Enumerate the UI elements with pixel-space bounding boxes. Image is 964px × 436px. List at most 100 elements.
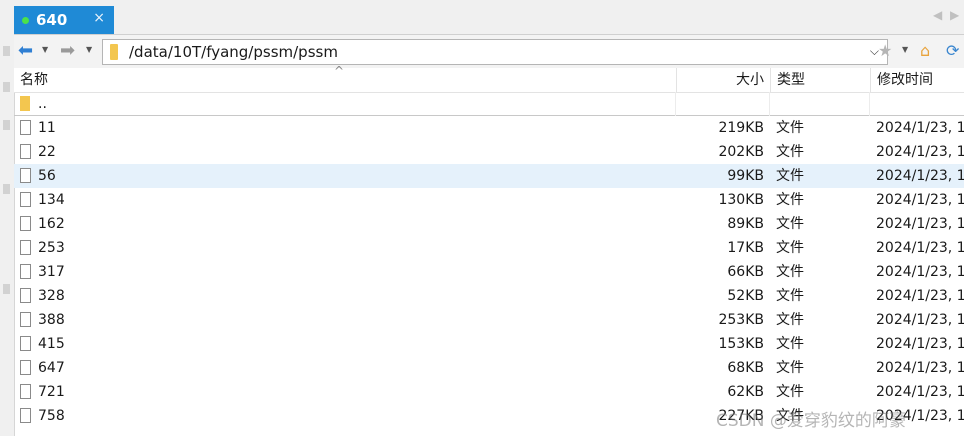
file-icon [20,216,31,231]
file-name: 162 [38,216,65,232]
file-size: 202KB [718,144,764,160]
address-path[interactable]: /data/10T/fyang/pssm/pssm [129,43,338,61]
tab-title: 640 [36,11,68,29]
parent-directory-row[interactable]: .. [14,92,964,116]
file-row[interactable]: 162 89KB 文件 2024/1/23, 1 [14,212,964,236]
file-type: 文件 [776,216,804,232]
file-row[interactable]: 253 17KB 文件 2024/1/23, 1 [14,236,964,260]
left-pane-edge [0,34,15,436]
file-name: 11 [38,120,56,136]
file-modified: 2024/1/23, 1 [876,336,964,352]
column-headers: ^ 名称 大小 类型 修改时间 [14,64,964,93]
file-row[interactable]: 647 68KB 文件 2024/1/23, 1 [14,356,964,380]
toolbar: ⬅ ▼ ➡ ▼ /data/10T/fyang/pssm/pssm ⌵ ★ ▼ … [14,34,964,69]
folder-icon [110,44,118,60]
file-size: 68KB [727,360,764,376]
file-size: 253KB [718,312,764,328]
back-history-dropdown[interactable]: ▼ [42,45,48,54]
file-modified: 2024/1/23, 1 [876,312,964,328]
tab-scroll-right-icon[interactable]: ▶ [950,8,959,22]
file-size: 66KB [727,264,764,280]
file-name: 22 [38,144,56,160]
column-header-type[interactable]: 类型 [770,68,870,92]
arrow-left-icon[interactable]: ⬅ [18,42,33,60]
close-icon[interactable]: × [93,10,105,26]
refresh-icon[interactable]: ⟳ [946,42,959,60]
file-type: 文件 [776,336,804,352]
file-icon [20,360,31,375]
home-icon[interactable]: ⌂ [920,42,930,60]
file-row[interactable]: 22 202KB 文件 2024/1/23, 1 [14,140,964,164]
file-size: 99KB [727,168,764,184]
file-name: 388 [38,312,65,328]
file-modified: 2024/1/23, 1 [876,192,964,208]
file-type: 文件 [776,168,804,184]
file-type: 文件 [776,360,804,376]
file-type: 文件 [776,264,804,280]
file-size: 62KB [727,384,764,400]
file-modified: 2024/1/23, 1 [876,240,964,256]
file-row[interactable]: 317 66KB 文件 2024/1/23, 1 [14,260,964,284]
file-name: 758 [38,408,65,424]
file-row[interactable]: 328 52KB 文件 2024/1/23, 1 [14,284,964,308]
file-icon [20,144,31,159]
tab-scroll-left-icon[interactable]: ◀ [933,8,942,22]
column-header-name[interactable]: 名称 [14,68,676,92]
file-type: 文件 [776,312,804,328]
file-icon [20,120,31,135]
file-size: 219KB [718,120,764,136]
tab-640[interactable]: 640 × [14,6,114,34]
file-name: 134 [38,192,65,208]
file-row[interactable]: 721 62KB 文件 2024/1/23, 1 [14,380,964,404]
file-name: 328 [38,288,65,304]
file-type: 文件 [776,120,804,136]
file-modified: 2024/1/23, 1 [876,288,964,304]
file-icon [20,384,31,399]
file-icon [20,168,31,183]
file-type: 文件 [776,192,804,208]
file-name: 721 [38,384,65,400]
file-icon [20,312,31,327]
tab-bar: 640 × ◀ ▶ [0,0,964,34]
forward-history-dropdown[interactable]: ▼ [86,45,92,54]
file-modified: 2024/1/23, 1 [876,216,964,232]
file-modified: 2024/1/23, 1 [876,168,964,184]
column-header-size[interactable]: 大小 [676,68,770,92]
file-size: 153KB [718,336,764,352]
file-modified: 2024/1/23, 1 [876,360,964,376]
file-name: 415 [38,336,65,352]
arrow-right-icon[interactable]: ➡ [60,42,75,60]
file-type: 文件 [776,384,804,400]
file-type: 文件 [776,144,804,160]
file-icon [20,288,31,303]
file-row[interactable]: 415 153KB 文件 2024/1/23, 1 [14,332,964,356]
column-header-modified[interactable]: 修改时间 [870,68,964,92]
address-bar[interactable]: /data/10T/fyang/pssm/pssm ⌵ [102,39,888,65]
file-icon [20,240,31,255]
parent-directory-label: .. [38,96,47,112]
file-icon [20,264,31,279]
file-type: 文件 [776,288,804,304]
file-row[interactable]: 56 99KB 文件 2024/1/23, 1 [14,164,964,188]
file-size: 17KB [727,240,764,256]
file-icon [20,408,31,423]
file-modified: 2024/1/23, 1 [876,120,964,136]
file-row[interactable]: 134 130KB 文件 2024/1/23, 1 [14,188,964,212]
file-row[interactable]: 11 219KB 文件 2024/1/23, 1 [14,116,964,140]
bookmark-dropdown[interactable]: ▼ [902,45,908,54]
file-icon [20,336,31,351]
file-size: 52KB [727,288,764,304]
file-name: 317 [38,264,65,280]
file-icon [20,192,31,207]
watermark: CSDN @爱穿豹纹的阿豪 [716,411,906,431]
star-icon[interactable]: ★ [878,42,892,60]
file-modified: 2024/1/23, 1 [876,264,964,280]
file-list: .. 11 219KB 文件 2024/1/23, 1 22 202KB 文件 2024/1/… [14,92,964,436]
file-modified: 2024/1/23, 1 [876,384,964,400]
file-name: 647 [38,360,65,376]
file-modified: 2024/1/23, 1 [876,144,964,160]
file-name: 253 [38,240,65,256]
file-row[interactable]: 388 253KB 文件 2024/1/23, 1 [14,308,964,332]
file-type: 文件 [776,240,804,256]
file-name: 56 [38,168,56,184]
